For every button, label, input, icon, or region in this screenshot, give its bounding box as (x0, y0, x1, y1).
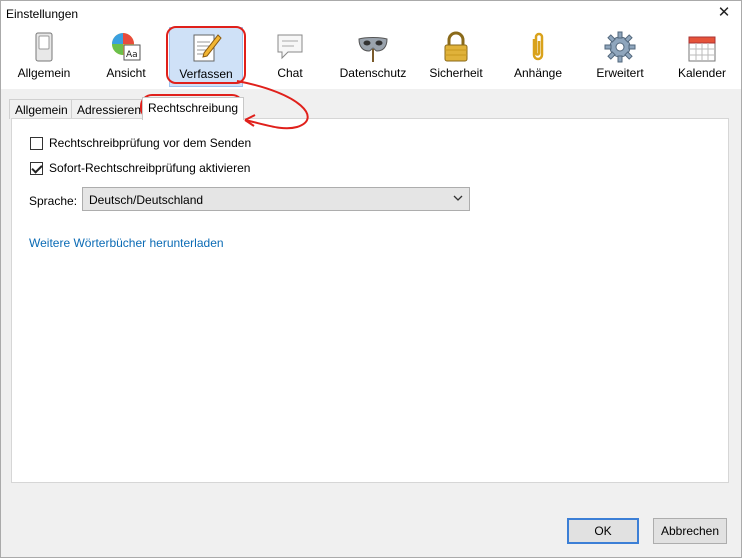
svg-text:Aa: Aa (126, 50, 138, 60)
category-toolbar: Allgemein Aa Ansicht Verfassen Chat Date… (1, 27, 741, 89)
toolbar-label: Sicherheit (429, 66, 483, 80)
tab-rechtschreibung[interactable]: Rechtschreibung (142, 97, 245, 120)
toolbar-item-chat[interactable]: Chat (257, 27, 323, 87)
gear-icon (604, 31, 636, 63)
check-before-send-checkbox[interactable] (30, 136, 43, 150)
toolbar-item-allgemein[interactable]: Allgemein (9, 27, 79, 87)
close-icon[interactable]: ✕ (713, 3, 735, 23)
cancel-button[interactable]: Abbrechen (653, 518, 727, 544)
toolbar-item-erweitert[interactable]: Erweitert (585, 27, 655, 87)
toolbar-item-verfassen[interactable]: Verfassen (169, 27, 243, 87)
toolbar-item-anhaenge[interactable]: Anhänge (503, 27, 573, 87)
language-select[interactable]: Deutsch/Deutschland (82, 187, 470, 211)
toolbar-label: Allgemein (17, 66, 71, 80)
palette-icon: Aa (112, 33, 141, 61)
language-label: Sprache: (29, 194, 78, 208)
toolbar-label: Kalender (677, 66, 727, 80)
check-before-send-option[interactable]: Rechtschreibprüfung vor dem Senden (30, 134, 251, 152)
toolbar-item-datenschutz[interactable]: Datenschutz (335, 27, 411, 87)
title-bar: Einstellungen ✕ (1, 1, 741, 27)
toolbar-label: Erweitert (596, 66, 644, 80)
tab-adressieren[interactable]: Adressieren (71, 99, 148, 119)
check-while-typing-option[interactable]: Sofort-Rechtschreibprüfung aktivieren (30, 159, 250, 177)
calendar-icon (688, 36, 716, 62)
toolbar-label: Chat (277, 66, 303, 80)
download-dictionaries-link[interactable]: Weitere Wörterbücher herunterladen (29, 236, 224, 250)
notepad-pencil-icon (193, 34, 222, 62)
spelling-panel: Rechtschreibprüfung vor dem Senden Sofor… (11, 118, 729, 483)
mask-icon (358, 37, 388, 62)
padlock-icon (444, 31, 468, 62)
window-title: Einstellungen (6, 7, 79, 21)
language-value: Deutsch/Deutschland (89, 193, 204, 207)
switch-icon (35, 32, 53, 62)
toolbar-item-kalender[interactable]: Kalender (667, 27, 737, 87)
toolbar-item-ansicht[interactable]: Aa Ansicht (93, 27, 159, 87)
chevron-down-icon (453, 195, 463, 201)
settings-window: Einstellungen ✕ Allgemein Aa Ansicht Ver… (0, 0, 742, 558)
toolbar-item-sicherheit[interactable]: Sicherheit (423, 27, 489, 87)
toolbar-label: Datenschutz (339, 66, 407, 80)
check-while-typing-label: Sofort-Rechtschreibprüfung aktivieren (49, 161, 251, 175)
subtab-bar: Allgemein Adressieren Rechtschreibung (9, 97, 729, 120)
ok-button[interactable]: OK (567, 518, 639, 544)
speech-bubble-icon (277, 34, 303, 60)
toolbar-label: Ansicht (106, 66, 146, 80)
check-before-send-label: Rechtschreibprüfung vor dem Senden (49, 136, 252, 150)
toolbar-label: Anhänge (513, 66, 563, 80)
toolbar-label: Verfassen (179, 67, 233, 81)
paperclip-icon (532, 32, 544, 61)
tab-allgemein[interactable]: Allgemein (9, 99, 74, 119)
check-while-typing-checkbox[interactable] (30, 161, 43, 175)
